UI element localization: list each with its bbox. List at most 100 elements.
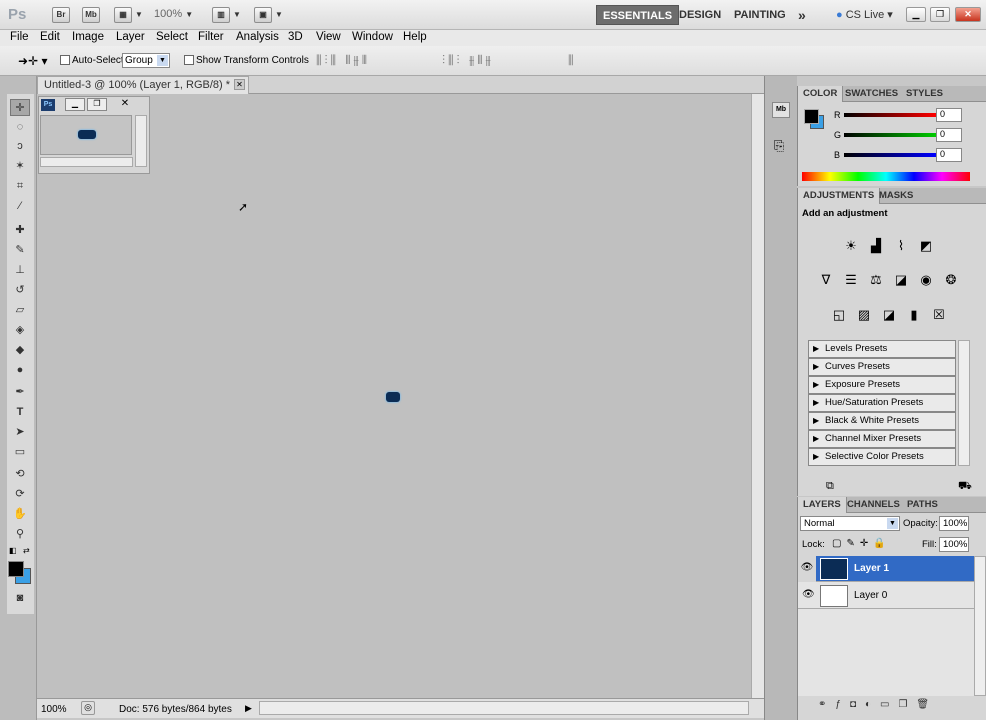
mini-bridge-panel-icon[interactable]: Mb [772,102,790,118]
tab-masks[interactable]: MASKS [874,188,918,204]
invert-icon[interactable]: ◱ [828,304,850,326]
minimize-button[interactable]: ▁ [906,7,926,22]
photo-filter-icon[interactable]: ◉ [915,269,937,291]
menu-analysis[interactable]: Analysis [236,31,279,43]
blur-tool-icon[interactable]: ◆ [10,342,30,359]
swap-colors-icon[interactable]: ⇄ [23,546,30,555]
rectangle-tool-icon[interactable]: ▭ [10,444,30,461]
tab-layers[interactable]: LAYERS [798,497,847,513]
vertical-scrollbar[interactable] [751,94,764,698]
foreground-color-swatch[interactable] [8,561,24,577]
curves-icon[interactable]: ⌇ [890,235,912,257]
history-brush-icon[interactable]: ↺ [10,282,30,299]
zoom-tool-icon[interactable]: ⚲ [10,526,30,543]
visibility-eye-icon[interactable]: 👁 [798,556,816,582]
menu-3d[interactable]: 3D [288,31,303,43]
more-workspaces-button[interactable]: » [792,5,812,25]
close-document-button[interactable]: ✕ [234,79,245,90]
bridge-button[interactable]: Br [52,7,70,23]
clip-to-layer-icon[interactable]: ⧉ [826,480,834,493]
hand-tool-icon[interactable]: ✋ [10,506,30,523]
mini-bridge-button[interactable]: Mb [82,7,100,23]
tab-styles[interactable]: STYLES [901,86,948,102]
document-canvas[interactable]: ➚ [37,94,751,698]
preset-hue-saturation[interactable]: ▶ Hue/Saturation Presets [808,394,956,412]
tab-adjustments[interactable]: ADJUSTMENTS [798,188,881,204]
color-ramp[interactable] [802,172,970,181]
workspace-design[interactable]: DESIGN [673,5,727,25]
menu-edit[interactable]: Edit [40,31,60,43]
tab-color[interactable]: COLOR [798,86,844,102]
workspace-painting[interactable]: PAINTING [728,5,792,25]
layer-name[interactable]: Layer 0 [854,590,887,601]
window-restore-button[interactable]: ❐ [87,98,107,111]
blend-mode-dropdown[interactable]: Normal ▼ [800,516,900,531]
marquee-tool-icon[interactable]: ◌ [10,119,30,136]
brightness-contrast-icon[interactable]: ☀ [840,235,862,257]
status-icon[interactable]: ◎ [81,701,95,715]
lock-icons[interactable]: ▢✎✛🔒 [832,538,891,549]
zoom-level-select[interactable]: 100% ▼ [154,8,193,20]
arrange-documents-button[interactable]: ▥ [212,7,230,23]
quick-mask-icon[interactable]: ◙ [10,590,30,607]
color-balance-icon[interactable]: ⚖ [865,269,887,291]
hue-saturation-icon[interactable]: ☰ [840,269,862,291]
window-minimize-button[interactable]: ▁ [65,98,85,111]
preset-curves[interactable]: ▶ Curves Presets [808,358,956,376]
auto-select-checkbox[interactable] [60,55,70,65]
menu-help[interactable]: Help [403,31,427,43]
auto-align-icon[interactable]: ⫼ [568,53,574,68]
workspace-essentials[interactable]: ESSENTIALS [596,5,680,25]
window-close-button[interactable]: ✕ [115,98,135,111]
tab-channels[interactable]: CHANNELS [842,497,905,513]
chevron-down-icon[interactable]: ▼ [275,10,283,19]
preset-exposure[interactable]: ▶ Exposure Presets [808,376,956,394]
preset-black-white[interactable]: ▶ Black & White Presets [808,412,956,430]
blue-value[interactable]: 0 [936,148,962,162]
close-button[interactable]: ✕ [955,7,981,22]
exposure-icon[interactable]: ◩ [915,235,937,257]
red-value[interactable]: 0 [936,108,962,122]
brush-tool-icon[interactable]: ✎ [10,242,30,259]
green-slider[interactable] [844,133,936,137]
tab-swatches[interactable]: SWATCHES [840,86,903,102]
adjustment-options-icon[interactable]: ⛟ [958,480,972,494]
blue-slider[interactable] [844,153,936,157]
restore-button[interactable]: ❐ [930,7,950,22]
fill-value[interactable]: 100% [939,537,969,552]
threshold-icon[interactable]: ◪ [878,304,900,326]
channel-mixer-icon[interactable]: ❂ [940,269,962,291]
gradient-map-icon[interactable]: ▮ [903,304,925,326]
presets-scrollbar[interactable] [958,340,970,466]
layers-scrollbar[interactable] [974,556,986,696]
path-selection-icon[interactable]: ➤ [10,424,30,441]
default-colors-icon[interactable]: ◧ [9,546,17,555]
auto-select-dropdown[interactable]: Group ▼ [122,53,170,68]
chevron-down-icon[interactable]: ▼ [135,10,143,19]
menu-window[interactable]: Window [352,31,393,43]
transform-controls-checkbox[interactable] [184,55,194,65]
vibrance-icon[interactable]: ∇ [815,269,837,291]
eyedropper-icon[interactable]: ⁄ [10,198,30,215]
pen-tool-icon[interactable]: ✒ [10,384,30,401]
fg-swatch[interactable] [804,109,819,124]
menu-layer[interactable]: Layer [116,31,145,43]
view-extras-button[interactable]: ▦ [114,7,132,23]
layers-bottom-buttons[interactable]: ⚭ƒ◘◐▭❐🗑 [818,699,938,710]
status-zoom[interactable]: 100% [41,704,67,715]
document-tab[interactable]: Untitled-3 @ 100% (Layer 1, RGB/8) * [37,76,249,94]
dodge-tool-icon[interactable]: ● [10,362,30,379]
menu-file[interactable]: File [10,31,29,43]
menu-filter[interactable]: Filter [198,31,224,43]
tab-paths[interactable]: PATHS [902,497,943,513]
green-value[interactable]: 0 [936,128,962,142]
distribute-buttons-icon[interactable]: ⫶⫼⫶ ⫵⫴⫵ [442,53,494,68]
healing-brush-icon[interactable]: ✚ [10,222,30,239]
paint-bucket-icon[interactable]: ◈ [10,322,30,339]
crop-tool-icon[interactable]: ⌗ [10,178,30,195]
red-slider[interactable] [844,113,936,117]
layer-row-layer-0[interactable]: 👁 Layer 0 [798,583,974,609]
status-menu-arrow-icon[interactable]: ▶ [245,703,252,714]
move-tool-preset-icon[interactable]: ➜✛ ▾ [18,54,47,68]
align-buttons-icon[interactable]: ⫼⫶⫼ ⫴⫵⫴ [316,53,370,68]
